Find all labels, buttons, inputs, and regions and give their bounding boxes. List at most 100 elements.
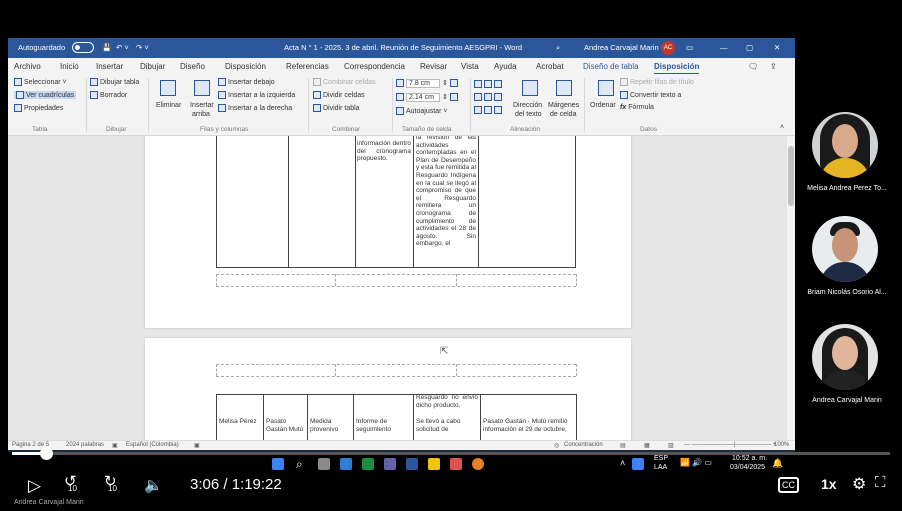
split-table-button[interactable]: Dividir tabla [313,104,360,112]
focus-label[interactable]: Concentración [564,442,603,448]
tab-referencias[interactable]: Referencias [286,62,329,71]
clock-date[interactable]: 03/04/2025 [730,464,765,471]
delete-icon[interactable] [160,80,176,96]
tab-correspondencia[interactable]: Correspondencia [344,62,405,71]
repeat-header-button[interactable]: Repetir filas de título [620,78,694,86]
ribbon-display-icon[interactable]: ▭ [686,43,693,52]
cell-col2[interactable]: información dentro del cronograma propue… [357,140,411,266]
cell-r1-c4[interactable]: Informe de seguimiento [356,418,411,433]
tab-disposicion-doc[interactable]: Disposición [225,62,266,71]
participant-tile-2[interactable]: Briam Nicolás Osorio Al... [792,216,902,316]
search-icon[interactable]: ⌕ [556,43,560,53]
tab-archivo[interactable]: Archivo [14,62,41,71]
convert-text-button[interactable]: Convertir texto a [620,91,681,99]
web-layout-icon[interactable]: ▥ [668,442,674,449]
tray-mic-icon[interactable] [632,458,644,470]
cell-margins-icon[interactable] [556,80,572,96]
tab-diseno-tabla[interactable]: Diseño de tabla [583,62,639,71]
formula-button[interactable]: fx Fórmula [620,104,654,111]
maximize-icon[interactable]: ▢ [746,43,753,52]
tab-inicio[interactable]: Inicio [60,62,79,71]
print-layout-icon[interactable]: ▦ [644,442,650,449]
read-mode-icon[interactable]: ▤ [620,442,626,449]
cell-r1-c3[interactable]: Medida provenivo [310,418,351,433]
sort-icon[interactable] [598,80,614,96]
text-direction-label-1[interactable]: Dirección [513,102,542,109]
column-width-field[interactable]: 2.14 cm ⇕ [396,93,460,102]
insert-above-icon[interactable] [194,80,210,96]
captions-button[interactable]: CC [778,477,799,493]
insert-below-button[interactable]: Insertar debajo [218,78,275,86]
focus-icon[interactable]: ◎ [554,442,559,449]
fullscreen-icon[interactable]: ⛶ [875,474,886,491]
split-cells-button[interactable]: Dividir celdas [313,91,365,99]
text-direction-icon[interactable] [522,80,538,96]
align-grid-icon[interactable] [474,80,504,88]
cell-col3[interactable]: la revisión de las actividades contempla… [416,136,476,266]
autofit-button[interactable]: Autoajustar ˅ [396,107,447,115]
windows-start-icon[interactable] [272,458,284,470]
cell-margins-label-1[interactable]: Márgenes [548,102,579,109]
tray-chevron-icon[interactable]: ˄ [620,458,625,468]
tab-dibujar[interactable]: Dibujar [140,62,165,71]
undo-icon[interactable]: ↶ ˅ [116,43,129,52]
align-grid-icon-row2[interactable] [474,93,504,101]
chrome-icon[interactable] [472,458,484,470]
search-icon[interactable]: ⌕ [296,457,303,472]
proofing-icon[interactable]: ▣ [112,442,118,449]
participant-tile-1[interactable]: Melisa Andrea Perez To... [792,112,902,212]
zoom-slider[interactable]: — ———————|—————— + [684,442,776,448]
tab-revisar[interactable]: Revisar [420,62,447,71]
eraser-button[interactable]: Borrador [90,91,127,99]
save-icon[interactable]: 💾 [102,43,111,52]
language-label[interactable]: Español (Colombia) [126,442,179,448]
word-count[interactable]: 2024 palabras [66,442,104,448]
text-direction-label-2[interactable]: del texto [515,111,541,118]
progress-bar[interactable] [12,447,890,460]
edge-icon[interactable] [340,458,352,470]
tab-vista[interactable]: Vista [461,62,479,71]
user-avatar[interactable]: AC [661,41,675,55]
close-icon[interactable]: ✕ [774,43,780,52]
teams-icon[interactable] [384,458,396,470]
speed-button[interactable]: 1x [821,476,837,492]
language-indicator[interactable]: ESP [654,455,668,462]
file-explorer-icon[interactable] [428,458,440,470]
cell-r1-c2[interactable]: Pasato Gastán Mutú [266,418,305,433]
comments-icon[interactable]: 🗨 [748,62,758,71]
cell-top-note[interactable]: Resguardo no envió dicho producto. [416,394,478,420]
app-icon[interactable] [450,458,462,470]
cell-margins-label-2[interactable]: de celda [550,111,576,118]
word-icon[interactable] [406,458,418,470]
select-button[interactable]: Seleccionar ˅ [14,78,67,86]
cell-r1-c1[interactable]: Melisa Pérez [219,418,261,426]
align-grid-icon-row3[interactable] [474,106,504,114]
redo-icon[interactable]: ↷ ˅ [136,43,149,52]
play-icon[interactable]: ▷ [28,476,41,496]
share-icon[interactable]: ⇪ [770,62,777,71]
clock-time[interactable]: 10:52 a. m. [732,455,767,462]
merge-cells-button[interactable]: Combinar celdas [313,78,376,86]
excel-icon[interactable] [362,458,374,470]
cell-r1-c6[interactable]: Pasato Gastán - Mutú remitió información… [483,418,574,433]
gridlines-button[interactable]: Ver cuadrículas [14,91,77,99]
insert-above-label-2[interactable]: arriba [192,111,210,118]
delete-button[interactable]: Eliminar [156,102,181,109]
sort-button[interactable]: Ordenar [590,102,616,109]
minimize-icon[interactable]: — [720,43,728,52]
tab-acrobat[interactable]: Acrobat [536,62,564,71]
zoom-level[interactable]: 100% [774,442,789,448]
properties-button[interactable]: Propiedades [14,104,63,112]
collapse-ribbon-icon[interactable]: ˄ [780,124,784,131]
draw-table-button[interactable]: Dibujar tabla [90,78,139,86]
cell-r1-c5[interactable]: Se llevó a cabo solicitud de [416,418,478,433]
settings-gear-icon[interactable]: ⚙ [852,474,866,494]
tab-diseno[interactable]: Diseño [180,62,205,71]
autosave-toggle[interactable] [72,42,94,53]
volume-icon[interactable]: 🔈 [144,476,163,494]
insert-right-button[interactable]: Insertar a la derecha [218,104,292,112]
tab-ayuda[interactable]: Ayuda [494,62,517,71]
accessibility-icon[interactable]: ▣ [194,442,200,449]
network-volume-icons[interactable]: 📶 🔊 ▭ [680,458,712,467]
task-view-icon[interactable] [318,458,330,470]
